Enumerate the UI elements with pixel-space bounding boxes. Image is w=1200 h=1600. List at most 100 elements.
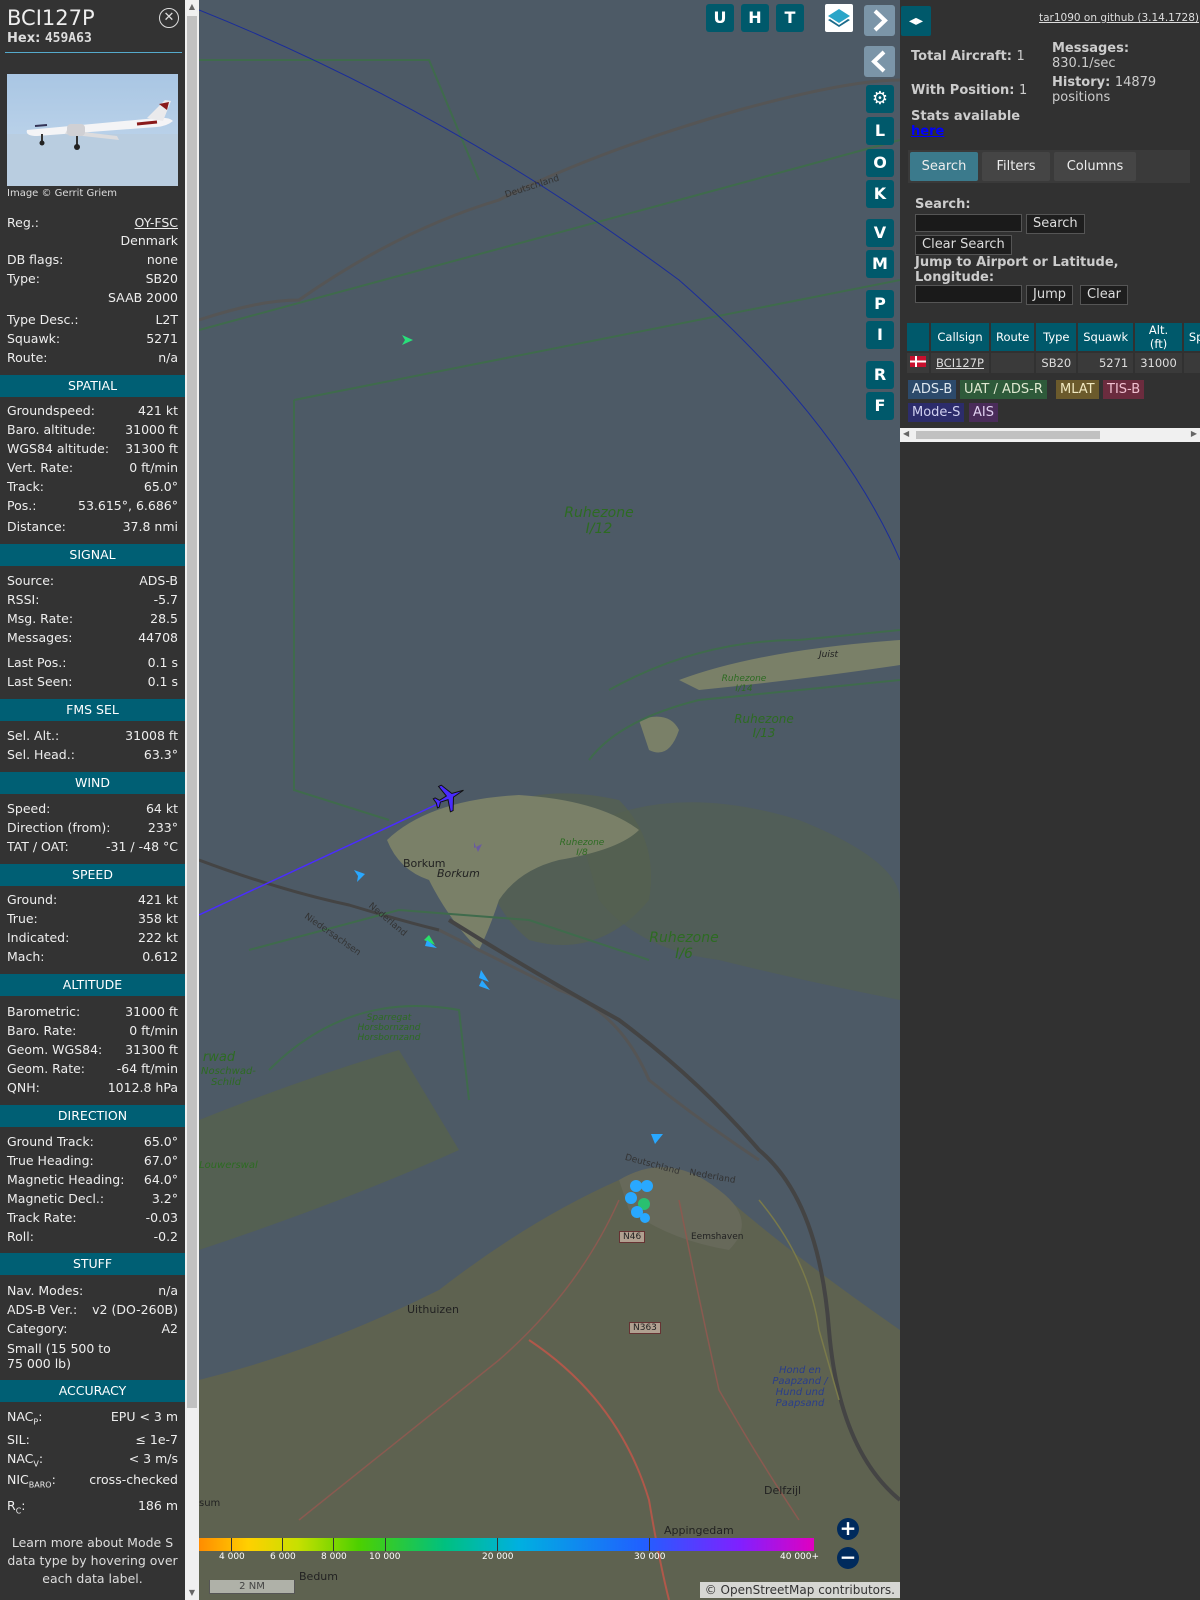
scroll-up-arrow-icon[interactable]: ▲ (185, 2, 199, 11)
t-button[interactable]: T (776, 4, 804, 32)
info-label: Barometric: (7, 1004, 81, 1019)
section-accuracy[interactable]: ACCURACY (0, 1380, 185, 1402)
section-altitude[interactable]: ALTITUDE (0, 974, 185, 996)
chevron-left-icon[interactable] (864, 46, 895, 77)
info-value: 0.612 (142, 949, 178, 964)
squawk-value: 5271 (146, 331, 178, 346)
close-icon[interactable]: ✕ (159, 8, 179, 28)
info-value: 44708 (138, 630, 178, 645)
altitude-tick: 40 000+ (780, 1552, 820, 1562)
info-value: 31000 ft (125, 1004, 178, 1019)
info-row: Magnetic Heading: 64.0° (7, 1171, 178, 1189)
osm-link[interactable]: OpenStreetMap (721, 1583, 815, 1597)
search-button[interactable]: Search (1026, 214, 1085, 234)
info-value: 0 ft/min (129, 1023, 178, 1038)
info-label: Baro. altitude: (7, 422, 96, 437)
column-header-route[interactable]: Route (990, 323, 1037, 352)
tab-search[interactable]: Search (910, 152, 978, 181)
info-value: 1012.8 hPa (107, 1080, 178, 1095)
info-row: Direction (from): 233° (7, 819, 178, 837)
rc-label: RC: (7, 1498, 26, 1516)
vessel-marker (625, 1192, 637, 1204)
scrollbar-thumb[interactable] (916, 431, 1100, 439)
column-header-speed[interactable]: Spd. (1182, 323, 1200, 352)
table-row[interactable]: BCI127P SB20 5271 31000 (907, 351, 1200, 373)
section-direction[interactable]: DIRECTION (0, 1105, 185, 1127)
v-button[interactable]: V (866, 219, 894, 247)
u-button[interactable]: U (706, 4, 734, 32)
section-stuff[interactable]: STUFF (0, 1253, 185, 1275)
info-row: Sel. Head.: 63.3° (7, 746, 178, 764)
vessel-marker (640, 1213, 650, 1223)
scroll-left-arrow-icon[interactable]: ◀ (903, 429, 909, 438)
l-button[interactable]: L (866, 117, 894, 145)
map-label: Ruhezone I/6 (649, 930, 719, 962)
tab-columns[interactable]: Columns (1054, 152, 1136, 181)
left-right-arrows-icon[interactable]: ◂▸ (901, 6, 931, 36)
info-row: Vert. Rate: 0 ft/min (7, 459, 178, 477)
gear-icon[interactable]: ⚙ (866, 85, 894, 113)
info-label: Distance: (7, 519, 66, 534)
map-label: Ruhezone I/13 (734, 712, 794, 740)
zoom-in-button[interactable]: + (837, 1518, 859, 1540)
info-label: Track: (7, 479, 44, 494)
jump-input[interactable] (915, 285, 1022, 303)
f-button[interactable]: F (866, 392, 894, 420)
map-view[interactable]: Ruhezone I/12 Ruhezone I/6 Ruhezone I/13… (199, 0, 900, 1600)
tab-filters[interactable]: Filters (982, 152, 1050, 181)
squawk-row: Squawk: 5271 (7, 330, 178, 348)
column-header-callsign[interactable]: Callsign (930, 323, 991, 352)
h-button[interactable]: H (741, 4, 769, 32)
cell-squawk: 5271 (1077, 351, 1136, 373)
section-signal[interactable]: SIGNAL (0, 544, 185, 566)
info-value: 233° (147, 820, 178, 835)
info-label: TAT / OAT: (7, 839, 69, 854)
clear-button[interactable]: Clear (1080, 285, 1128, 305)
info-value: 31300 ft (125, 441, 178, 456)
scroll-right-arrow-icon[interactable]: ▶ (1191, 429, 1197, 438)
info-panel-scrollbar[interactable]: ▲ ▼ (185, 0, 199, 1600)
info-label: Msg. Rate: (7, 611, 74, 626)
rc-value: 186 m (137, 1498, 178, 1513)
type-row: Type: SB20 (7, 270, 178, 288)
map-label: Borkum (437, 867, 480, 880)
clear-search-button[interactable]: Clear Search (915, 235, 1012, 255)
section-speed[interactable]: SPEED (0, 864, 185, 886)
jump-button[interactable]: Jump (1026, 285, 1073, 305)
vessel-marker (641, 1180, 653, 1192)
column-header-altitude[interactable]: Alt. (ft) (1134, 323, 1184, 352)
altitude-tick: 10 000 (369, 1552, 401, 1562)
cell-callsign[interactable]: BCI127P (930, 351, 991, 373)
chevron-right-icon[interactable] (864, 5, 895, 36)
column-header-flag[interactable] (907, 323, 931, 352)
table-header-row: Callsign Route Type Squawk Alt. (ft) Spd… (907, 323, 1200, 352)
aircraft-photo[interactable] (7, 74, 178, 186)
section-wind[interactable]: WIND (0, 772, 185, 794)
section-fms-sel[interactable]: FMS SEL (0, 699, 185, 721)
p-button[interactable]: P (866, 290, 894, 318)
reg-link[interactable]: OY-FSC (135, 214, 178, 232)
table-horizontal-scrollbar[interactable]: ◀ ▶ (900, 428, 1200, 442)
zoom-out-button[interactable]: − (837, 1547, 859, 1569)
layers-icon[interactable] (825, 4, 853, 32)
total-aircraft: Total Aircraft: 1 (911, 49, 1025, 64)
column-header-type[interactable]: Type (1035, 323, 1079, 352)
road-label: N363 (629, 1322, 661, 1334)
github-link[interactable]: tar1090 on github (3.14.1728) (1039, 12, 1199, 24)
i-button[interactable]: I (866, 321, 894, 349)
r-button[interactable]: R (866, 361, 894, 389)
o-button[interactable]: O (866, 149, 894, 177)
map-label: Louwerswal (199, 1160, 258, 1171)
section-spatial[interactable]: SPATIAL (0, 375, 185, 397)
k-button[interactable]: K (866, 180, 894, 208)
stats-link[interactable]: here (911, 124, 944, 139)
info-value: 37.8 nmi (122, 519, 178, 534)
m-button[interactable]: M (866, 250, 894, 278)
info-row: Geom. Rate: -64 ft/min (7, 1060, 178, 1078)
scrollbar-thumb[interactable] (187, 16, 197, 1408)
info-row: True Heading: 67.0° (7, 1152, 178, 1170)
cell-speed (1182, 351, 1200, 373)
column-header-squawk[interactable]: Squawk (1077, 323, 1136, 352)
scroll-down-arrow-icon[interactable]: ▼ (185, 1588, 199, 1597)
search-input[interactable] (915, 214, 1022, 232)
